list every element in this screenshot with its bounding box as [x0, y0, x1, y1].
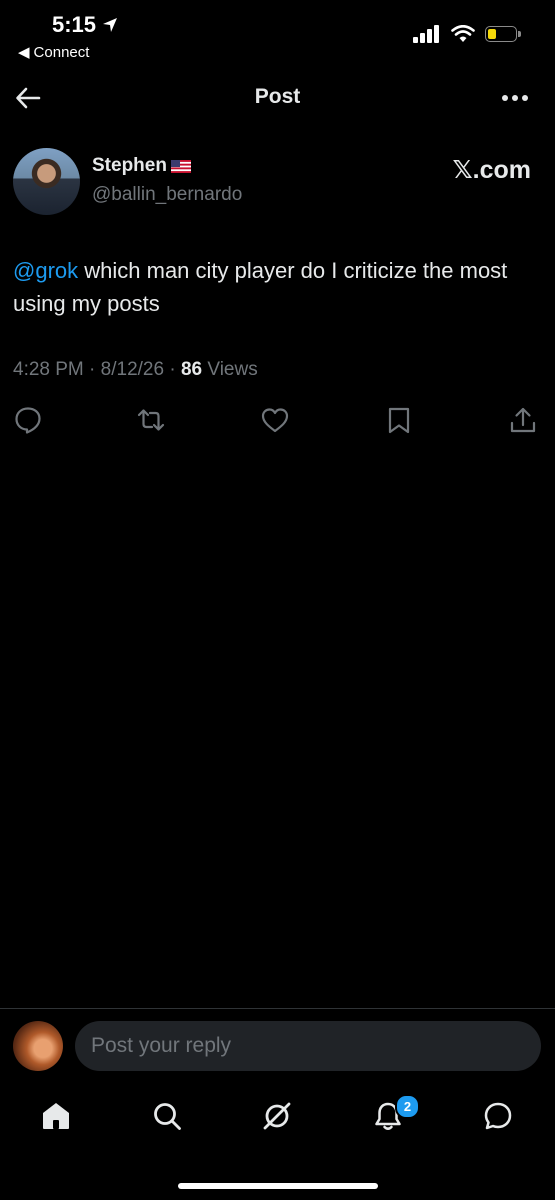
page-title: Post: [254, 85, 301, 108]
back-to-app-link[interactable]: ◀ Connect: [18, 43, 90, 62]
status-indicators: [413, 25, 521, 43]
back-app-label: Connect: [33, 43, 90, 61]
status-time: 5:15: [52, 12, 118, 38]
post-text: @grok which man city player do I critici…: [13, 254, 543, 320]
meta-separator: ·: [164, 359, 181, 380]
battery-icon: [485, 26, 521, 42]
author-handle[interactable]: @ballin_bernardo: [92, 184, 242, 206]
home-icon[interactable]: [40, 1100, 72, 1132]
share-icon[interactable]: [508, 405, 538, 435]
user-avatar[interactable]: [13, 1021, 63, 1071]
post-date: 8/12/26: [100, 359, 165, 380]
views-label: Views: [207, 359, 258, 380]
repost-icon[interactable]: [136, 405, 166, 435]
author-name-text: Stephen: [92, 155, 167, 176]
post-meta: 4:28 PM · 8/12/26 · 86 Views: [13, 359, 258, 381]
grok-icon[interactable]: [261, 1100, 293, 1132]
us-flag-icon: [170, 159, 191, 173]
home-indicator: [178, 1183, 378, 1189]
mention-link[interactable]: @grok: [13, 258, 78, 283]
author-avatar[interactable]: [13, 148, 80, 215]
battery-level: [488, 29, 496, 39]
reply-icon[interactable]: [13, 405, 43, 435]
post-body-text: which man city player do I criticize the…: [13, 258, 508, 316]
heart-icon[interactable]: [260, 405, 290, 435]
reply-input[interactable]: [75, 1021, 541, 1071]
messages-icon[interactable]: [482, 1100, 514, 1132]
meta-separator: ·: [83, 359, 101, 380]
reply-divider: [0, 1008, 555, 1009]
author-name[interactable]: Stephen: [92, 155, 191, 177]
bookmark-icon[interactable]: [384, 405, 414, 435]
search-icon[interactable]: [151, 1100, 183, 1132]
post-time: 4:28 PM: [13, 359, 84, 380]
source-label: 𝕏.com: [452, 156, 532, 184]
back-triangle-icon: ◀: [18, 44, 30, 61]
wifi-icon: [451, 25, 475, 42]
more-options-icon[interactable]: [501, 93, 529, 103]
location-arrow-icon: [103, 18, 118, 32]
views-count[interactable]: 86: [181, 359, 202, 380]
notifications-badge: 2: [395, 1094, 420, 1119]
time-text: 5:15: [52, 12, 97, 37]
cellular-signal-icon: [413, 25, 439, 43]
